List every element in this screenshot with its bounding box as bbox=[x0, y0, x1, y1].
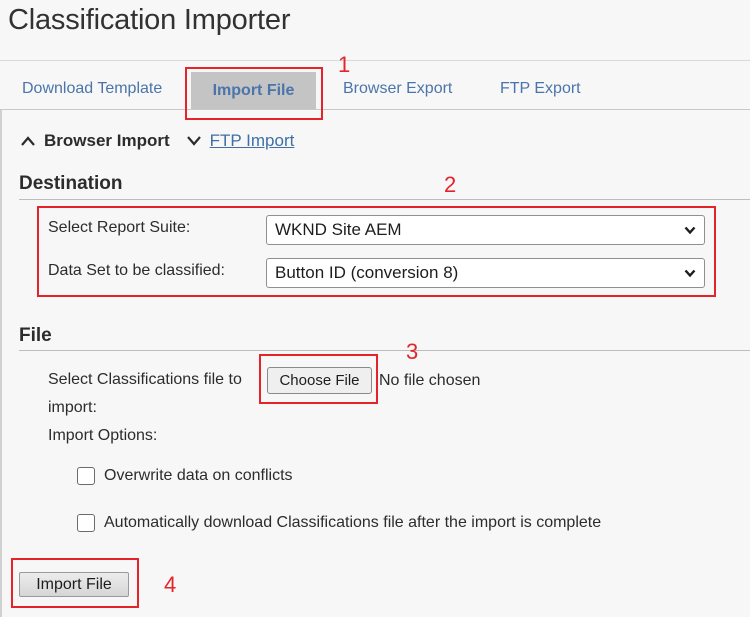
overwrite-label: Overwrite data on conflicts bbox=[104, 467, 293, 484]
tab-download-template[interactable]: Download Template bbox=[22, 80, 162, 98]
select-file-label: Select Classifications file to bbox=[48, 371, 242, 388]
import-options-label: Import Options: bbox=[48, 427, 158, 444]
tab-ftp-export[interactable]: FTP Export bbox=[500, 80, 581, 98]
data-set-label: Data Set to be classified: bbox=[48, 262, 225, 279]
data-set-select[interactable]: Button ID (conversion 8) bbox=[266, 258, 705, 288]
select-file-label-continued: import: bbox=[48, 399, 97, 416]
tab-import-file[interactable]: Import File bbox=[191, 72, 316, 109]
page-title: Classification Importer bbox=[8, 4, 291, 36]
annotation-number-3: 3 bbox=[406, 339, 419, 364]
file-heading: File bbox=[19, 325, 52, 346]
content-panel-border bbox=[0, 110, 2, 617]
overwrite-checkbox[interactable] bbox=[77, 467, 95, 485]
auto-download-label: Automatically download Classifications f… bbox=[104, 514, 602, 531]
chevron-up-icon[interactable] bbox=[20, 135, 36, 147]
chevron-down-icon[interactable] bbox=[186, 135, 202, 147]
browser-import-toggle[interactable]: Browser Import bbox=[44, 131, 170, 151]
destination-heading: Destination bbox=[19, 173, 123, 194]
import-file-button[interactable]: Import File bbox=[19, 572, 129, 597]
data-set-value: Button ID (conversion 8) bbox=[275, 263, 459, 282]
destination-divider bbox=[19, 199, 750, 200]
no-file-chosen-text: No file chosen bbox=[379, 372, 481, 389]
report-suite-value: WKND Site AEM bbox=[275, 220, 402, 239]
ftp-import-link[interactable]: FTP Import bbox=[210, 131, 295, 151]
annotation-number-1: 1 bbox=[338, 52, 351, 77]
tabs-top-divider bbox=[0, 60, 750, 61]
annotation-number-2: 2 bbox=[444, 172, 457, 197]
chevron-down-icon bbox=[684, 226, 696, 235]
file-divider bbox=[19, 350, 750, 351]
report-suite-label: Select Report Suite: bbox=[48, 219, 191, 236]
tab-browser-export[interactable]: Browser Export bbox=[343, 80, 452, 98]
choose-file-button[interactable]: Choose File bbox=[267, 367, 372, 394]
annotation-number-4: 4 bbox=[164, 572, 177, 597]
chevron-down-icon bbox=[684, 269, 696, 278]
import-mode-toggle: Browser Import FTP Import bbox=[20, 131, 294, 151]
tabs-bottom-divider bbox=[0, 109, 750, 110]
report-suite-select[interactable]: WKND Site AEM bbox=[266, 215, 705, 245]
auto-download-checkbox[interactable] bbox=[77, 514, 95, 532]
